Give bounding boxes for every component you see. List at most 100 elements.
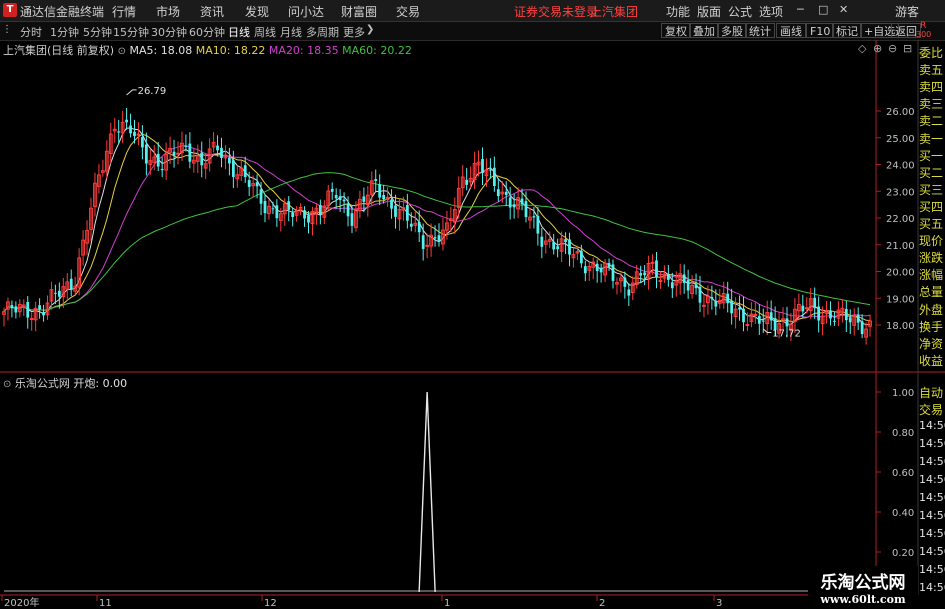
candle-down[interactable] <box>611 264 615 281</box>
candle-up[interactable] <box>745 324 750 327</box>
candle-down[interactable] <box>405 205 409 221</box>
candle-down[interactable] <box>263 201 267 214</box>
candle-down[interactable] <box>524 201 528 218</box>
zoom-in-icon[interactable]: ⊕ <box>873 42 882 55</box>
candle-down[interactable] <box>200 152 204 166</box>
candle-down[interactable] <box>188 143 192 162</box>
candle-down[interactable] <box>833 320 836 322</box>
candle-down[interactable] <box>287 201 291 210</box>
candle-down[interactable] <box>568 239 571 255</box>
candle-down[interactable] <box>417 222 421 233</box>
candle-down[interactable] <box>785 318 789 327</box>
candle-down[interactable] <box>160 169 164 171</box>
candle-down[interactable] <box>536 215 540 234</box>
candle-down[interactable] <box>394 205 397 217</box>
candle-down[interactable] <box>156 153 160 167</box>
candle-up[interactable] <box>753 313 758 316</box>
candle-down[interactable] <box>726 293 730 304</box>
candle-up[interactable] <box>136 133 141 136</box>
candle-down[interactable] <box>504 191 508 195</box>
candle-down[interactable] <box>231 160 235 177</box>
candle-down[interactable] <box>38 305 41 310</box>
trade-label[interactable]: 交易 <box>919 401 945 418</box>
candle-down[interactable] <box>670 282 674 289</box>
candle-down[interactable] <box>338 196 342 201</box>
candle-down[interactable] <box>342 199 346 202</box>
candle-down[interactable] <box>552 241 556 250</box>
candle-down[interactable] <box>686 280 690 291</box>
candle-down[interactable] <box>848 317 852 323</box>
candle-down[interactable] <box>730 300 734 314</box>
candle-down[interactable] <box>639 273 643 276</box>
candle-down[interactable] <box>655 260 658 278</box>
candle-down[interactable] <box>666 274 670 280</box>
candle-down[interactable] <box>465 179 469 185</box>
candle-down[interactable] <box>409 223 413 227</box>
candle-down[interactable] <box>184 146 188 148</box>
candle-down[interactable] <box>817 306 821 321</box>
signal-spike[interactable] <box>418 391 436 593</box>
candle-down[interactable] <box>374 179 378 181</box>
candle-up[interactable] <box>425 244 430 247</box>
candle-down[interactable] <box>860 321 864 335</box>
candle-down[interactable] <box>627 289 631 296</box>
candle-down[interactable] <box>10 305 14 309</box>
candle-down[interactable] <box>243 165 247 178</box>
candle-up[interactable] <box>702 304 706 307</box>
candle-down[interactable] <box>682 274 686 283</box>
candle-up[interactable] <box>176 152 180 155</box>
candle-down[interactable] <box>275 205 279 219</box>
candle-down[interactable] <box>133 131 136 137</box>
candle-down[interactable] <box>801 305 805 312</box>
candle-down[interactable] <box>14 306 18 313</box>
candle-down[interactable] <box>738 307 741 310</box>
candle-down[interactable] <box>390 199 393 209</box>
candle-down[interactable] <box>769 312 773 321</box>
candle-down[interactable] <box>481 159 484 173</box>
candle-down[interactable] <box>508 197 512 208</box>
candle-down[interactable] <box>714 300 718 307</box>
candle-down[interactable] <box>247 180 251 187</box>
candle-down[interactable] <box>117 131 121 133</box>
candle-up[interactable] <box>650 261 655 264</box>
candle-down[interactable] <box>595 263 599 272</box>
kline-chart[interactable]: 26.0025.0024.0023.0022.0021.0020.0019.00… <box>0 0 945 609</box>
candle-down[interactable] <box>856 314 860 323</box>
auto-trade-label[interactable]: 自动 <box>919 384 945 401</box>
candle-down[interactable] <box>757 316 761 324</box>
candle-down[interactable] <box>255 182 259 187</box>
candle-down[interactable] <box>813 297 817 309</box>
candle-down[interactable] <box>220 147 223 158</box>
candle-down[interactable] <box>307 215 310 223</box>
candle-down[interactable] <box>761 320 765 322</box>
candle-down[interactable] <box>228 157 231 164</box>
candle-down[interactable] <box>607 263 611 267</box>
candle-down[interactable] <box>54 292 57 294</box>
candle-down[interactable] <box>330 188 334 192</box>
candle-down[interactable] <box>144 144 148 164</box>
candle-down[interactable] <box>512 204 516 208</box>
candle-down[interactable] <box>496 189 500 197</box>
candle-down[interactable] <box>844 308 848 321</box>
candle-down[interactable] <box>564 239 567 243</box>
candle-down[interactable] <box>259 189 263 204</box>
candle-down[interactable] <box>437 235 441 242</box>
candle-down[interactable] <box>346 203 350 217</box>
sub-settings-icon[interactable]: ⊙ <box>3 379 11 390</box>
candle-down[interactable] <box>583 266 587 274</box>
candle-down[interactable] <box>599 267 603 273</box>
candle-up[interactable] <box>29 317 34 320</box>
candle-down[interactable] <box>57 290 61 297</box>
candle-down[interactable] <box>556 246 560 250</box>
candle-down[interactable] <box>382 195 386 200</box>
candle-down[interactable] <box>291 212 295 217</box>
candle-down[interactable] <box>129 125 132 134</box>
candle-down[interactable] <box>698 286 702 303</box>
candle-down[interactable] <box>433 237 437 239</box>
candle-down[interactable] <box>421 235 425 249</box>
collapse-icon[interactable]: ⊟ <box>903 42 912 55</box>
candle-down[interactable] <box>216 145 219 151</box>
settings-circle-icon[interactable]: ⊙ <box>118 46 126 57</box>
candle-down[interactable] <box>829 310 832 319</box>
candle-down[interactable] <box>125 119 128 123</box>
